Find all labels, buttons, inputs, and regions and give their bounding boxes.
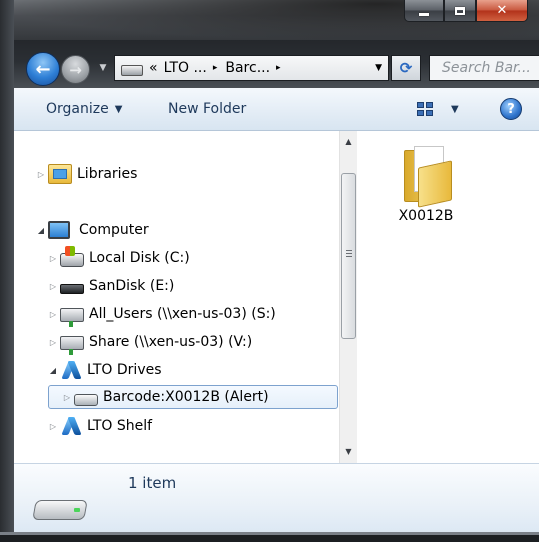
tree-label: Local Disk (C:) <box>89 250 190 266</box>
tree-item-computer[interactable]: ◢ Computer <box>36 219 149 241</box>
computer-icon <box>48 221 70 239</box>
tree-label: LTO Shelf <box>87 418 153 434</box>
tree-label: SanDisk (E:) <box>89 278 175 294</box>
maximize-icon <box>455 6 465 15</box>
expand-arrow-icon[interactable]: ▷ <box>48 338 58 347</box>
command-bar: Organize ▼ New Folder ▼ ? <box>14 88 539 131</box>
help-icon: ? <box>500 98 522 120</box>
breadcrumb-separator-icon[interactable]: ▸ <box>276 63 281 73</box>
grip-icon <box>346 250 352 259</box>
breadcrumb-separator-icon[interactable]: ▸ <box>213 63 218 73</box>
views-icon <box>417 102 433 116</box>
forward-button[interactable]: → <box>61 55 90 84</box>
folder-icon[interactable] <box>404 146 452 208</box>
tree-item-libraries[interactable]: ▷ Libraries <box>36 163 137 185</box>
libraries-icon <box>48 164 72 184</box>
removable-drive-icon <box>60 284 84 294</box>
lto-icon <box>60 417 82 435</box>
views-button[interactable]: ▼ <box>417 88 459 130</box>
expand-arrow-icon[interactable]: ▷ <box>62 393 72 402</box>
item-count: 1 item <box>128 474 177 492</box>
tree-item-sandisk[interactable]: ▷ SanDisk (E:) <box>48 275 174 297</box>
tree-item-lto-drives[interactable]: ◢ LTO Drives <box>48 359 162 381</box>
organize-button[interactable]: Organize ▼ <box>46 88 122 130</box>
close-button[interactable]: ✕ <box>476 0 528 22</box>
collapse-arrow-icon[interactable]: ◢ <box>48 366 58 375</box>
expand-arrow-icon[interactable]: ▷ <box>48 254 58 263</box>
chevron-down-icon: ▼ <box>99 63 107 73</box>
scrollbar-thumb[interactable] <box>341 173 356 339</box>
chevron-down-icon[interactable]: ▼ <box>451 104 459 115</box>
tree-item-lto-shelf[interactable]: ▷ LTO Shelf <box>48 415 152 437</box>
minimize-icon <box>419 13 429 16</box>
tree-item-share[interactable]: ▷ Share (\\xen-us-03) (V:) <box>48 331 253 355</box>
refresh-icon: ⟳ <box>399 59 413 77</box>
scroll-down-icon[interactable]: ▼ <box>340 443 357 460</box>
tree-item-all-users[interactable]: ▷ All_Users (\\xen-us-03) (S:) <box>48 303 276 327</box>
tree-label: Libraries <box>77 166 138 182</box>
lto-icon <box>60 361 82 379</box>
tree-label: Share (\\xen-us-03) (V:) <box>89 334 253 350</box>
refresh-button[interactable]: ⟳ <box>391 55 421 81</box>
close-icon: ✕ <box>496 3 508 18</box>
drive-icon <box>32 494 88 520</box>
minimize-button[interactable] <box>404 0 444 22</box>
tree-label: All_Users (\\xen-us-03) (S:) <box>89 306 276 322</box>
new-folder-button[interactable]: New Folder <box>168 88 246 130</box>
help-button[interactable]: ? <box>500 88 522 130</box>
details-pane <box>14 463 539 533</box>
tape-drive-icon <box>74 393 98 406</box>
back-button[interactable]: ← <box>26 52 60 86</box>
caption-buttons: ✕ <box>404 0 528 22</box>
drive-icon <box>121 65 143 76</box>
address-dropdown-icon[interactable]: ▼ <box>375 63 382 73</box>
network-drive-icon <box>60 336 84 355</box>
local-disk-icon <box>60 246 84 267</box>
expand-arrow-icon[interactable]: ▷ <box>48 282 58 291</box>
search-input[interactable]: Search Bar... <box>429 55 539 81</box>
address-overflow[interactable]: « <box>149 60 158 76</box>
expand-arrow-icon[interactable]: ▷ <box>48 310 58 319</box>
forward-arrow-icon: → <box>69 60 82 79</box>
recent-pages-dropdown[interactable]: ▼ <box>96 60 110 76</box>
search-placeholder: Search Bar... <box>442 60 531 76</box>
chevron-down-icon: ▼ <box>114 103 123 115</box>
organize-label: Organize <box>46 101 109 117</box>
tree-label: Computer <box>79 222 149 238</box>
scroll-up-icon[interactable]: ▲ <box>340 133 357 150</box>
maximize-button[interactable] <box>444 0 476 22</box>
address-bar[interactable]: « LTO ... ▸ Barc... ▸ ▼ <box>114 55 389 81</box>
tree-item-local-disk[interactable]: ▷ Local Disk (C:) <box>48 246 190 269</box>
explorer-window: ✕ ← → ▼ « LTO ... ▸ Barc... ▸ ▼ ⟳ Search… <box>0 0 539 542</box>
tree-label: Barcode:X0012B (Alert) <box>103 389 269 405</box>
expand-arrow-icon[interactable]: ▷ <box>48 422 58 431</box>
window-bottom-border <box>0 532 539 542</box>
collapse-arrow-icon[interactable]: ◢ <box>36 226 46 235</box>
network-drive-icon <box>60 308 84 327</box>
folder-label[interactable]: X0012B <box>386 208 466 224</box>
window-left-border <box>0 0 14 542</box>
expand-arrow-icon[interactable]: ▷ <box>36 170 46 179</box>
tree-label: LTO Drives <box>87 362 162 378</box>
new-folder-label: New Folder <box>168 101 247 117</box>
breadcrumb-barcode[interactable]: Barc... <box>225 60 270 76</box>
navigation-scrollbar[interactable]: ▲ ▼ <box>339 131 357 463</box>
tree-item-barcode[interactable]: ▷ Barcode:X0012B (Alert) <box>62 386 269 408</box>
back-arrow-icon: ← <box>35 58 51 80</box>
breadcrumb-lto[interactable]: LTO ... <box>164 60 207 76</box>
